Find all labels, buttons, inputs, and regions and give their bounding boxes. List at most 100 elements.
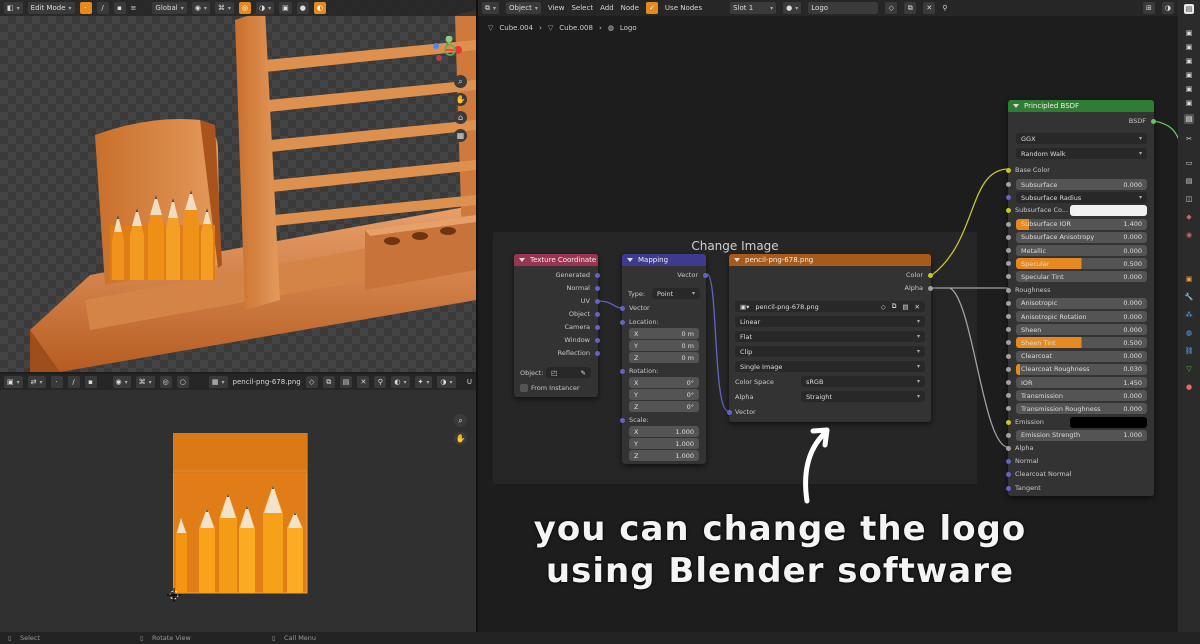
camera-icon[interactable]: ⌂ — [454, 111, 467, 124]
lock-icon[interactable]: ▣ — [1184, 56, 1194, 66]
socket-output[interactable] — [595, 286, 600, 291]
snap-icon[interactable]: ⌘ — [214, 2, 234, 14]
from-instancer-checkbox[interactable] — [520, 384, 528, 392]
face-select-icon[interactable]: ▪ — [113, 2, 126, 14]
physics-icon[interactable]: ◍ — [1184, 328, 1194, 338]
socket-input[interactable] — [1006, 432, 1011, 438]
socket-input[interactable] — [1006, 366, 1011, 372]
socket-output[interactable] — [703, 273, 708, 278]
socket-input[interactable] — [620, 320, 625, 325]
bsdf-slider[interactable]: Transmission 0.000 — [1016, 390, 1147, 402]
constraints-icon[interactable]: ⛓ — [1184, 346, 1194, 356]
socket-input[interactable] — [1006, 459, 1011, 465]
bsdf-slider[interactable]: Subsurface IOR 1.400 — [1016, 218, 1147, 230]
socket-input[interactable] — [1006, 485, 1011, 491]
navigation-gizmo[interactable] — [428, 36, 462, 66]
alpha-mode-select[interactable]: Straight — [801, 391, 925, 402]
socket-output-color[interactable] — [928, 273, 933, 278]
socket-input[interactable] — [1006, 380, 1011, 385]
hand-pan-icon[interactable]: ✋ — [454, 93, 467, 106]
eyedropper-icon[interactable]: ✎ — [581, 369, 586, 377]
new-image-icon[interactable]: ⧉ — [322, 376, 335, 388]
bsdf-slider[interactable]: Clearcoat Roughness 0.030 — [1016, 363, 1147, 375]
socket-input[interactable] — [620, 306, 625, 311]
uv-snap-icon[interactable]: ⌘ — [135, 376, 155, 388]
color-swatch[interactable] — [1070, 205, 1147, 217]
socket-output[interactable] — [595, 351, 600, 356]
bsdf-slider[interactable]: Specular Tint 0.000 — [1016, 271, 1147, 283]
uv-proportional-icon[interactable]: ◎ — [159, 376, 172, 388]
uv-face-icon[interactable]: ▪ — [84, 376, 97, 388]
socket-input[interactable] — [620, 418, 625, 423]
material-icon[interactable]: ● — [1184, 382, 1194, 392]
bsdf-slider[interactable]: Sheen 0.000 — [1016, 324, 1147, 336]
shading-solid-icon[interactable]: ● — [296, 2, 309, 14]
render-icon[interactable]: ▭ — [1184, 158, 1194, 168]
object-field[interactable]: ◰ ✎ — [546, 367, 591, 378]
socket-input[interactable] — [1006, 446, 1011, 451]
menu-icon[interactable]: ≡ — [131, 4, 137, 12]
viewport-3d[interactable]: ⌕ ✋ ⌂ ▦ — [0, 0, 476, 372]
uv-pivot-icon[interactable]: ◉ — [112, 376, 131, 388]
editor-type-icon[interactable]: ◧ — [4, 2, 23, 14]
projection-select[interactable]: Flat — [735, 331, 925, 342]
socket-input[interactable] — [1006, 182, 1011, 187]
scale-y[interactable]: Y 1.000 — [629, 438, 699, 449]
node-principled-bsdf[interactable]: Principled BSDF BSDF GGX Random Walk Bas… — [1006, 100, 1156, 496]
node-header[interactable]: Texture Coordinate — [514, 254, 598, 266]
bsdf-slider[interactable]: Subsurface 0.000 — [1016, 179, 1147, 190]
lock-icon[interactable]: ▣ — [1184, 28, 1194, 38]
proportional-icon[interactable]: ◎ — [238, 2, 251, 14]
unlink-image-icon[interactable]: ✕ — [357, 376, 370, 388]
modifier-icon[interactable]: 🔧 — [1184, 292, 1194, 302]
socket-output-alpha[interactable] — [928, 286, 933, 291]
image-pan-icon[interactable]: ✋ — [454, 432, 467, 445]
socket-input[interactable] — [1006, 340, 1011, 346]
lock-icon[interactable]: ▣ — [1184, 84, 1194, 94]
image-zoom-icon[interactable]: ⌕ — [454, 414, 467, 427]
socket-input[interactable] — [1006, 406, 1011, 412]
socket-input[interactable] — [1006, 274, 1011, 280]
type-select[interactable]: Point — [652, 288, 700, 299]
socket-input[interactable] — [1006, 353, 1011, 359]
extension-select[interactable]: Clip — [735, 346, 925, 357]
socket-input[interactable] — [1006, 261, 1011, 267]
gizmo-icon[interactable]: ✦ — [414, 376, 433, 388]
image-editor[interactable]: ⌕ ✋ — [0, 388, 476, 632]
uv-circle-icon[interactable]: ○ — [176, 376, 189, 388]
subsurface-method-select[interactable]: Random Walk — [1016, 148, 1147, 159]
socket-input[interactable] — [1006, 472, 1011, 478]
socket-input[interactable] — [620, 369, 625, 374]
image-browse-icon[interactable]: ▣▾ — [740, 303, 749, 311]
rotation-y[interactable]: Y 0° — [629, 389, 699, 400]
node-header[interactable]: Mapping — [622, 254, 706, 266]
view-layer-icon[interactable]: ◫ — [1184, 194, 1194, 204]
lock-icon[interactable]: ▣ — [1184, 42, 1194, 52]
node-mapping[interactable]: Mapping Vector Type: Point Vector Locati… — [620, 254, 708, 464]
orientation-select[interactable]: Global — [152, 2, 187, 14]
socket-input[interactable] — [1006, 287, 1011, 293]
location-x[interactable]: X 0 m — [629, 328, 699, 339]
grid-perspective-icon[interactable]: ▦ — [454, 129, 467, 142]
image-editor-type-icon[interactable]: ▣ — [4, 376, 23, 388]
scene-icon[interactable]: ◆ — [1184, 212, 1194, 222]
color-swatch[interactable] — [1070, 416, 1147, 428]
socket-input[interactable] — [1006, 419, 1011, 425]
uv-sync-icon[interactable]: ⇄ — [27, 376, 46, 388]
socket-input[interactable] — [1006, 221, 1011, 227]
rotation-z[interactable]: Z 0° — [629, 401, 699, 412]
open-image-icon[interactable]: ▤ — [339, 376, 353, 388]
bsdf-slider[interactable]: Sheen Tint 0.500 — [1016, 337, 1147, 349]
socket-output[interactable] — [595, 312, 600, 317]
socket-input[interactable] — [1006, 300, 1011, 306]
node-image-texture[interactable]: pencil-png-678.png Color Alpha ▣▾ pencil… — [727, 254, 933, 422]
node-header[interactable]: Principled BSDF — [1008, 100, 1154, 112]
bsdf-slider[interactable]: Anisotropic 0.000 — [1016, 297, 1147, 309]
uv-edge-icon[interactable]: / — [67, 376, 80, 388]
bsdf-slider[interactable]: Metallic 0.000 — [1016, 245, 1147, 256]
tool-icon[interactable]: ✂ — [1184, 134, 1194, 144]
socket-output[interactable] — [595, 299, 600, 304]
mode-select[interactable]: Edit Mode — [27, 2, 75, 14]
particles-icon[interactable]: ⁂ — [1184, 310, 1194, 320]
location-y[interactable]: Y 0 m — [629, 340, 699, 351]
